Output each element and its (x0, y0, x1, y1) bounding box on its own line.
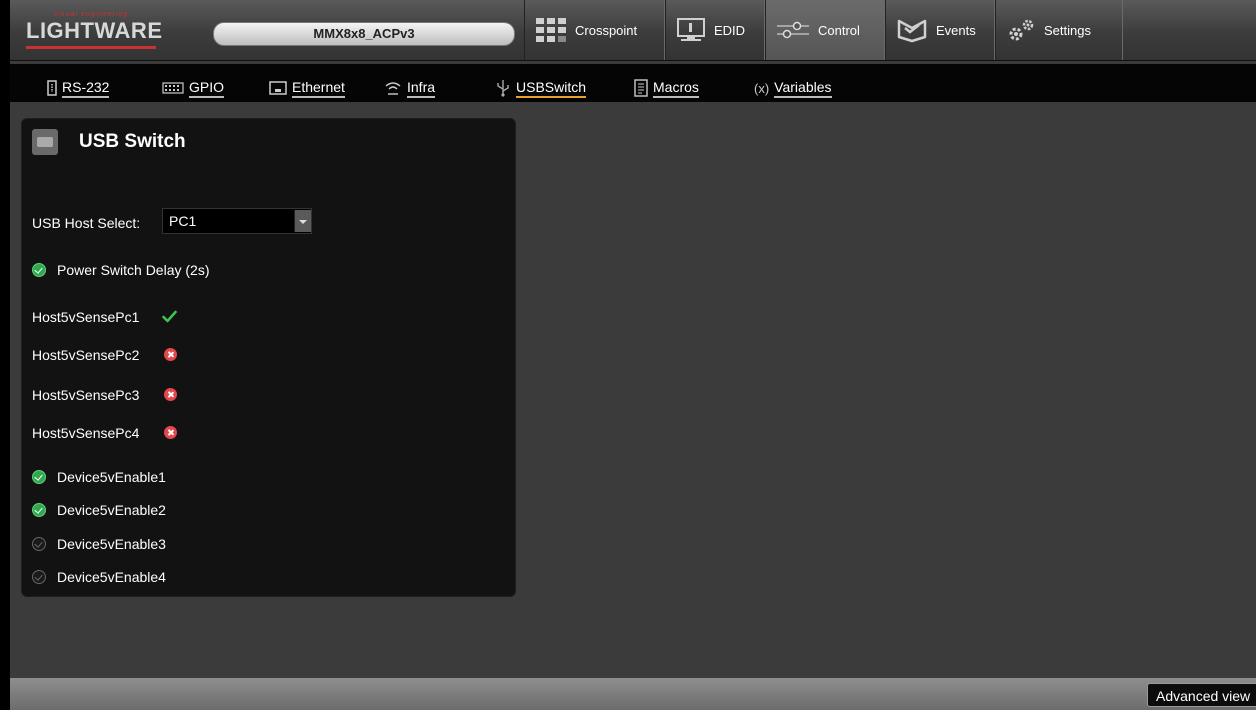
tab-macros[interactable]: Macros (624, 76, 734, 100)
tab-gpio-label: GPIO (189, 78, 225, 98)
serial-port-icon (47, 80, 57, 96)
nav-settings[interactable]: Settings (995, 0, 1123, 60)
gpio-icon (162, 82, 184, 94)
device-name-field[interactable]: MMX8x8_ACPv3 (213, 22, 515, 46)
lightware-logo: visual engineering LIGHTWARE (26, 10, 176, 50)
check-icon (162, 310, 177, 323)
usb-device-icon (32, 129, 58, 155)
device-enable-4-label: Device5vEnable4 (57, 569, 166, 585)
events-icon (896, 17, 928, 43)
panel-title: USB Switch (79, 131, 186, 152)
tab-usbswitch-label: USBSwitch (516, 78, 587, 98)
nav-edid-label: EDID (714, 22, 746, 38)
tab-macros-label: Macros (653, 78, 699, 98)
advanced-view-button[interactable]: Advanced view (1147, 683, 1256, 707)
nav-crosspoint-label: Crosspoint (575, 22, 638, 38)
host-sense-pc3-label: Host5vSensePc3 (32, 387, 140, 403)
usb-host-select[interactable]: PC1 (162, 208, 312, 234)
device-enable-1-label: Device5vEnable1 (57, 469, 166, 485)
error-icon (164, 348, 177, 361)
usb-host-select-label: USB Host Select: (32, 215, 141, 231)
error-icon (164, 388, 177, 401)
bottom-bar (10, 678, 1256, 710)
tab-ethernet-label: Ethernet (292, 78, 345, 98)
crosspoint-icon (535, 17, 567, 43)
nav-events[interactable]: Events (885, 0, 995, 60)
tab-infra-label: Infra (407, 78, 436, 98)
usb-host-select-value: PC1 (169, 213, 197, 229)
logo-brand: LIGHTWARE (26, 18, 163, 43)
chevron-down-icon[interactable] (294, 210, 311, 232)
device-enable-2-label: Device5vEnable2 (57, 502, 166, 518)
nav-edid[interactable]: EDID (665, 0, 765, 60)
device-enable-3-label: Device5vEnable3 (57, 536, 166, 552)
nav-settings-label: Settings (1044, 22, 1091, 38)
monitor-icon (676, 17, 706, 43)
device-enable-2-checkbox[interactable] (32, 503, 46, 517)
variable-icon: (x) (754, 80, 770, 96)
tab-rs232-label: RS-232 (62, 78, 110, 98)
tab-rs232[interactable]: RS-232 (37, 76, 145, 100)
tab-variables-label: Variables (774, 78, 832, 98)
sliders-icon (776, 19, 810, 41)
nav-control-label: Control (818, 22, 860, 38)
power-switch-delay-checkbox[interactable] (32, 263, 46, 277)
nav-control[interactable]: Control (765, 0, 885, 60)
device-enable-1-checkbox[interactable] (32, 470, 46, 484)
device-enable-3-checkbox[interactable] (32, 537, 46, 551)
host-sense-pc4-label: Host5vSensePc4 (32, 425, 140, 441)
tab-gpio[interactable]: GPIO (152, 76, 252, 100)
power-switch-delay-label: Power Switch Delay (2s) (57, 262, 210, 278)
macro-icon (634, 79, 648, 97)
tab-usbswitch[interactable]: USBSwitch (485, 76, 615, 100)
infrared-icon (384, 80, 402, 96)
host-sense-pc2-label: Host5vSensePc2 (32, 347, 140, 363)
tab-infra[interactable]: Infra (374, 76, 466, 100)
logo-underline (26, 46, 156, 49)
tab-ethernet[interactable]: Ethernet (259, 76, 367, 100)
nav-crosspoint[interactable]: Crosspoint (524, 0, 665, 60)
usb-icon (495, 79, 511, 97)
logo-tagline: visual engineering (54, 11, 129, 18)
error-icon (164, 426, 177, 439)
device-enable-4-checkbox[interactable] (32, 570, 46, 584)
ethernet-icon (269, 81, 287, 95)
tab-variables[interactable]: (x) Variables (744, 76, 868, 100)
host-sense-pc1-label: Host5vSensePc1 (32, 309, 140, 325)
gears-icon (1006, 17, 1036, 43)
nav-events-label: Events (936, 22, 976, 38)
